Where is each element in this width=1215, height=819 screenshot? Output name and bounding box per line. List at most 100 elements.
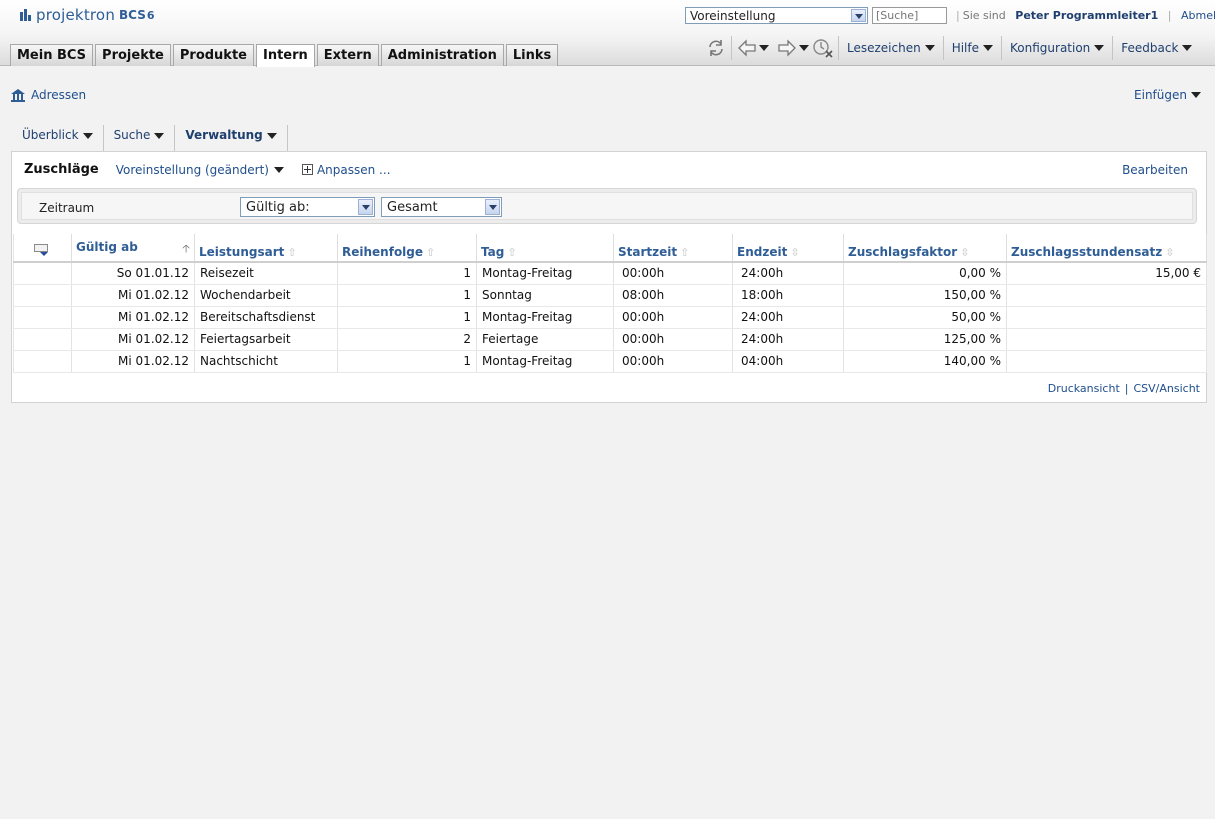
column-header-surcharge-factor[interactable]: Zuschlagsfaktor ⇳ [843,234,1007,263]
surcharge-rate-cell [1006,306,1207,329]
tab-administration[interactable]: Administration [380,44,504,66]
help-menu[interactable]: Hilfe [948,41,997,55]
history-clear-icon[interactable] [812,37,834,59]
insert-menu[interactable]: Einfügen [1134,88,1201,102]
chevron-down-icon [983,45,994,51]
bookmarks-menu[interactable]: Lesezeichen [843,41,939,55]
tab-intern[interactable]: Intern [255,44,315,67]
valid-from-cell: Mi 01.02.12 [71,328,195,351]
edit-link[interactable]: Bearbeiten [1122,163,1188,177]
period-mode-dropdown-icon[interactable] [358,199,373,215]
back-history-dropdown[interactable] [758,37,770,59]
tab-extern[interactable]: Extern [316,44,379,66]
logout-link[interactable]: Abmelden [1181,9,1215,22]
table-footer-links: Druckansicht | CSV/Ansicht [1048,382,1200,395]
toolbar-separator [942,36,944,60]
sub-tabs: Überblick Suche Verwaltung [12,125,288,151]
breadcrumb-label: Adressen [31,88,87,102]
row-select-cell[interactable] [13,284,72,307]
feedback-menu-label: Feedback [1121,41,1179,55]
toolbar-separator [731,36,732,60]
back-icon[interactable] [736,37,758,59]
tab-mein-bcs[interactable]: Mein BCS [10,44,94,66]
column-header-label: Reihenfolge [342,245,424,259]
subtab-search[interactable]: Suche [104,125,176,151]
chevron-down-icon [82,133,93,139]
order-cell: 1 [337,284,477,307]
help-menu-label: Hilfe [951,41,980,55]
bookmarks-menu-label: Lesezeichen [847,41,921,55]
period-mode-value: Gültig ab: [246,200,310,215]
search-input[interactable] [872,7,947,24]
day-cell: Feiertage [476,328,614,351]
logo-version: 6 [146,8,155,22]
table-row[interactable]: Mi 01.02.12 Nachtschicht 1 Montag-Freitag 00… [13,350,1207,373]
csv-view-link[interactable]: CSV/Ansicht [1133,382,1200,395]
column-config-header[interactable] [13,234,72,263]
configuration-menu[interactable]: Konfiguration [1006,41,1108,55]
column-header-label: Startzeit [618,245,678,259]
preset-select[interactable]: Voreinstellung [685,7,868,24]
row-select-cell[interactable] [13,328,72,351]
column-header-service-type[interactable]: Leistungsart ⇧ [194,234,338,263]
forward-icon[interactable] [776,37,798,59]
column-header-day[interactable]: Tag ⇧ [476,234,614,263]
configuration-menu-label: Konfiguration [1010,41,1091,55]
valid-from-cell: Mi 01.02.12 [71,284,195,307]
surcharge-rate-cell [1006,350,1207,373]
period-filter-label: Zeitraum [39,201,95,215]
tab-links[interactable]: Links [505,44,559,66]
print-view-link[interactable]: Druckansicht [1048,382,1120,395]
period-range-select[interactable]: Gesamt [381,197,502,217]
chevron-down-icon [266,133,277,139]
service-type-cell: Wochendarbeit [194,284,338,307]
chevron-down-icon [1191,92,1201,98]
row-select-cell[interactable] [13,262,72,285]
row-select-cell[interactable] [13,350,72,373]
chevron-down-icon [759,45,769,51]
filter-bar: Zeitraum Gültig ab: Gesamt [17,188,1197,224]
address-book-icon [10,88,26,102]
row-select-cell[interactable] [13,306,72,329]
chevron-down-icon [273,166,284,173]
valid-from-cell: Mi 01.02.12 [71,306,195,329]
column-header-order[interactable]: Reihenfolge ⇧ [337,234,477,263]
subtab-overview[interactable]: Überblick [12,125,104,151]
period-mode-select[interactable]: Gültig ab: [240,197,375,217]
subtab-search-label: Suche [113,128,151,142]
table-row[interactable]: Mi 01.02.12 Wochendarbeit 1 Sonntag 08:00h 18… [13,284,1207,307]
surcharge-factor-cell: 140,00 % [843,350,1007,373]
column-header-surcharge-rate[interactable]: Zuschlagsstundensatz ⇳ [1006,234,1207,263]
customize-button[interactable]: Anpassen ... [301,163,391,177]
surcharge-factor-cell: 0,00 % [843,262,1007,285]
period-range-dropdown-icon[interactable] [485,199,500,215]
surcharges-panel: Zuschläge Voreinstellung (geändert) Anpa… [11,151,1207,403]
surcharge-factor-cell: 50,00 % [843,306,1007,329]
feedback-menu[interactable]: Feedback [1117,41,1196,55]
tab-produkte[interactable]: Produkte [172,44,254,66]
table-row[interactable]: Mi 01.02.12 Feiertagsarbeit 2 Feiertage 00:0… [13,328,1207,351]
forward-history-dropdown[interactable] [798,37,810,59]
tab-projekte[interactable]: Projekte [95,44,171,66]
table-row[interactable]: So 01.01.12 Reisezeit 1 Montag-Freitag 00:00… [13,262,1207,285]
preset-select-dropdown-icon[interactable] [851,9,866,22]
app-logo[interactable]: projektron BCS 6 [20,6,155,24]
end-time-cell: 18:00h [732,284,844,307]
refresh-icon[interactable] [705,37,727,59]
column-header-start-time[interactable]: Startzeit ⇧ [613,234,733,263]
view-preset-menu[interactable]: Voreinstellung (geändert) [116,163,284,177]
table-row[interactable]: Mi 01.02.12 Bereitschaftsdienst 1 Montag-Fr… [13,306,1207,329]
subtab-management[interactable]: Verwaltung [175,125,288,151]
order-cell: 1 [337,306,477,329]
start-time-cell: 08:00h [613,284,733,307]
panel-title: Zuschläge [24,162,99,177]
breadcrumb[interactable]: Adressen [10,88,86,102]
column-header-end-time[interactable]: Endzeit ⇳ [732,234,844,263]
period-range-value: Gesamt [387,200,438,215]
column-config-icon[interactable] [34,244,50,256]
user-name[interactable]: Peter Programmleiter1 [1015,9,1158,22]
end-time-cell: 24:00h [732,306,844,329]
column-header-label: Zuschlagsstundensatz [1011,245,1163,259]
column-header-valid-from[interactable]: Gültig ab 🡡 [71,234,195,263]
table-body: So 01.01.12 Reisezeit 1 Montag-Freitag 00:00… [13,262,1207,373]
